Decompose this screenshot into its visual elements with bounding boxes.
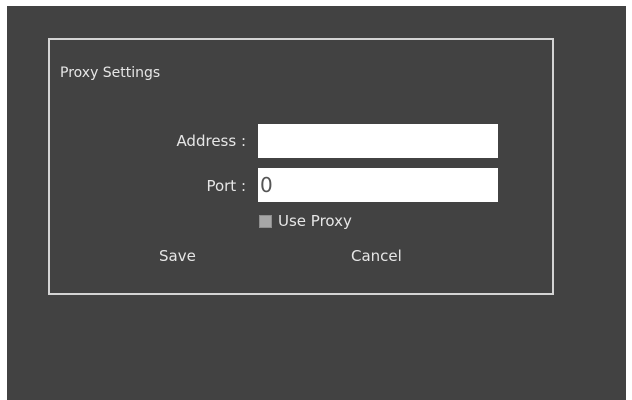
cancel-button[interactable]: Cancel bbox=[351, 247, 402, 265]
port-label: Port : bbox=[206, 177, 246, 195]
address-input[interactable] bbox=[258, 124, 498, 158]
app-window: Proxy Settings Address : Port : Use Prox… bbox=[7, 6, 626, 400]
save-button[interactable]: Save bbox=[159, 247, 196, 265]
proxy-settings-dialog: Proxy Settings Address : Port : Use Prox… bbox=[48, 38, 554, 295]
port-input[interactable] bbox=[258, 168, 498, 202]
dialog-title: Proxy Settings bbox=[60, 65, 161, 81]
address-label: Address : bbox=[176, 132, 246, 150]
use-proxy-label: Use Proxy bbox=[278, 212, 352, 230]
use-proxy-checkbox[interactable]: Use Proxy bbox=[259, 212, 352, 230]
checkbox-icon[interactable] bbox=[259, 214, 272, 228]
